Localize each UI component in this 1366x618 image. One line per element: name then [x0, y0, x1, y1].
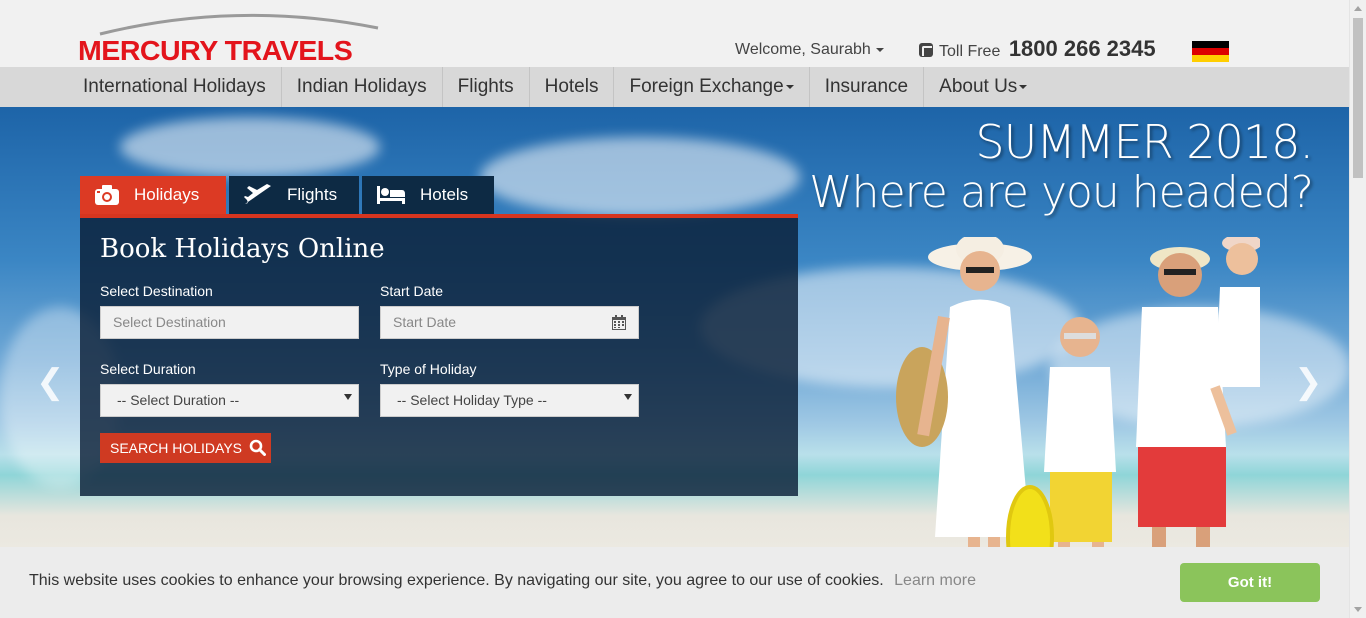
page-scrollbar[interactable] [1349, 0, 1366, 618]
nav-item-foreign-exchange[interactable]: Foreign Exchange [614, 67, 810, 107]
carousel-prev-icon[interactable]: ❮ [36, 362, 65, 402]
holiday-type-selected-value: -- Select Holiday Type -- [397, 392, 547, 408]
booking-tabs: Holidays Flights Hotels [80, 176, 497, 214]
camera-icon [95, 185, 119, 205]
start-date-input[interactable]: Start Date [380, 306, 639, 339]
nav-item-international-holidays[interactable]: International Holidays [68, 67, 282, 107]
tab-holidays[interactable]: Holidays [80, 176, 226, 214]
nav-item-insurance[interactable]: Insurance [810, 67, 925, 107]
toll-free-number: 1800 266 2345 [1008, 36, 1156, 61]
holiday-type-label: Type of Holiday [380, 361, 477, 377]
toll-free-label: Toll Free [939, 43, 1001, 60]
nav-item-indian-holidays[interactable]: Indian Holidays [282, 67, 443, 107]
duration-selected-value: -- Select Duration -- [117, 392, 240, 408]
scroll-down-icon[interactable] [1354, 607, 1362, 612]
tab-flights[interactable]: Flights [229, 176, 359, 214]
logo-text: MERCURY TRAVELS [78, 35, 353, 66]
nav-item-about-us[interactable]: About Us [924, 67, 1042, 107]
cloud-decoration [480, 137, 800, 217]
nav-item-flights[interactable]: Flights [443, 67, 530, 107]
duration-label: Select Duration [100, 361, 196, 377]
welcome-text: Welcome, Saurabh [735, 41, 871, 58]
carousel-next-icon[interactable]: ❯ [1294, 362, 1323, 402]
booking-title: Book Holidays Online [100, 234, 385, 264]
nav-item-hotels[interactable]: Hotels [530, 67, 615, 107]
main-nav: International Holidays Indian Holidays F… [0, 67, 1349, 107]
hero-headline-line1: SUMMER 2018. [975, 115, 1314, 169]
cloud-decoration [120, 117, 380, 177]
destination-input[interactable]: Select Destination [100, 306, 359, 339]
chevron-down-icon [875, 47, 884, 52]
user-menu[interactable]: Welcome, Saurabh [735, 41, 884, 59]
plane-icon [244, 184, 271, 204]
duration-select[interactable]: -- Select Duration -- [100, 384, 359, 417]
phone-icon [919, 43, 933, 57]
nav-list: International Holidays Indian Holidays F… [68, 67, 1042, 107]
language-flag-germany-icon[interactable] [1192, 41, 1229, 62]
start-date-label: Start Date [380, 283, 444, 299]
hero-headline-line2: Where are you headed? [809, 167, 1314, 218]
top-header: MERCURY TRAVELS Welcome, Saurabh Toll Fr… [0, 0, 1349, 67]
holiday-booking-panel: Book Holidays Online Select Destination … [80, 214, 798, 496]
tab-hotels[interactable]: Hotels [362, 176, 494, 214]
search-icon [249, 439, 266, 456]
calendar-icon[interactable] [612, 315, 626, 330]
chevron-down-icon [785, 84, 794, 89]
scrollbar-thumb[interactable] [1353, 18, 1363, 178]
cookie-message: This website uses cookies to enhance you… [29, 572, 976, 590]
select-arrow-icon [344, 394, 352, 400]
logo-swoosh-icon [99, 13, 379, 36]
destination-placeholder: Select Destination [113, 314, 226, 330]
cookie-consent-bar: This website uses cookies to enhance you… [0, 547, 1349, 618]
chevron-down-icon [1019, 84, 1028, 89]
scroll-up-icon[interactable] [1354, 6, 1362, 11]
hero-headline: SUMMER 2018. Where are you headed? [809, 115, 1314, 219]
start-date-placeholder: Start Date [393, 314, 457, 330]
holiday-type-select[interactable]: -- Select Holiday Type -- [380, 384, 639, 417]
mercury-travels-logo[interactable]: MERCURY TRAVELS [78, 6, 398, 66]
cookie-message-text: This website uses cookies to enhance you… [29, 572, 884, 589]
tab-hotels-label: Hotels [420, 185, 469, 204]
toll-free-contact: Toll Free 1800 266 2345 [919, 36, 1156, 62]
accept-cookies-button[interactable]: Got it! [1180, 563, 1320, 602]
destination-label: Select Destination [100, 283, 213, 299]
select-arrow-icon [624, 394, 632, 400]
tab-holidays-label: Holidays [134, 185, 200, 204]
search-holidays-label: SEARCH HOLIDAYS [110, 440, 242, 456]
tab-flights-label: Flights [287, 185, 338, 204]
bed-icon [377, 186, 405, 204]
search-holidays-button[interactable]: SEARCH HOLIDAYS [100, 433, 271, 463]
learn-more-link[interactable]: Learn more [894, 572, 976, 589]
